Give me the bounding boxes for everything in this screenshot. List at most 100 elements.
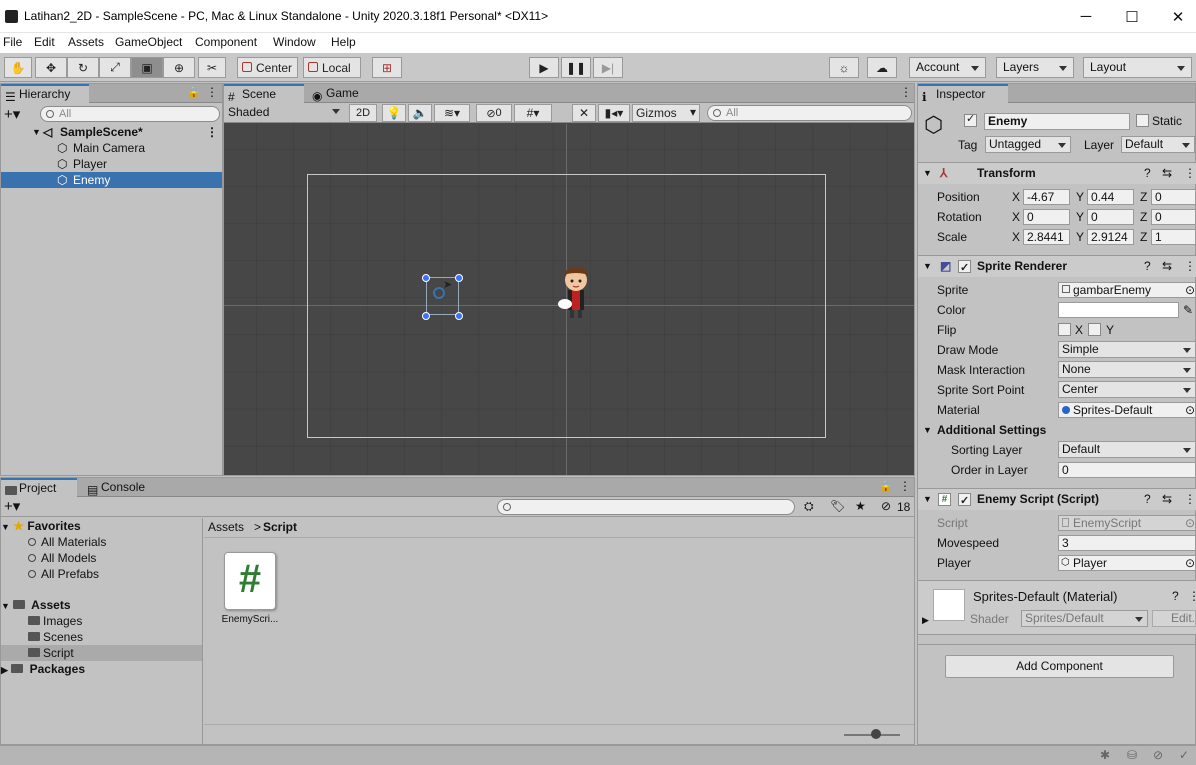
object-picker-icon[interactable]: ⊙ [1185,283,1195,297]
rotation-y-field[interactable]: 0 [1087,209,1134,225]
help-icon[interactable]: ? [1172,589,1179,603]
cache-icon[interactable]: ⛁ [1127,748,1137,762]
rect-handle[interactable] [455,312,463,320]
object-picker-icon[interactable]: ⊙ [1185,556,1195,570]
flip-y-checkbox[interactable] [1088,323,1101,336]
scale-z-field[interactable]: 1 [1151,229,1196,245]
project-search-input[interactable] [497,499,795,515]
panel-menu-icon[interactable]: ⋮ [206,85,218,99]
scale-y-field[interactable]: 2.9124 [1087,229,1134,245]
position-y-field[interactable]: 0.44 [1087,189,1134,205]
favorite-all-materials[interactable]: All Materials [28,534,106,550]
rect-handle[interactable] [455,274,463,282]
draw-mode-dropdown[interactable]: Simple [1058,341,1196,358]
active-checkbox[interactable] [964,112,977,127]
sprite-renderer-enabled-checkbox[interactable] [958,258,971,279]
preset-icon[interactable]: ⇆ [1162,256,1172,277]
assets-root[interactable]: ▼ Assets [1,597,71,613]
menu-help[interactable]: Help [331,35,356,49]
favorite-all-models[interactable]: All Models [28,550,96,566]
player-object-field[interactable]: ⬡ Player ⊙ [1058,555,1196,571]
help-icon[interactable]: ? [1144,489,1151,510]
gizmos-dropdown[interactable]: Gizmos ▾ [632,104,700,122]
tab-game[interactable]: ◉ Game [308,84,374,103]
effects-dropdown[interactable]: ≋▾ [434,104,470,122]
hidden-packages-icon[interactable]: ⊘ [881,499,891,513]
collab-button[interactable]: ☼ [829,57,859,78]
menu-window[interactable]: Window [273,35,316,49]
hierarchy-item-enemy[interactable]: ⬡ Enemy [1,172,222,188]
additional-settings-foldout[interactable]: ▼ Additional Settings [918,420,1196,440]
rect-tool-button[interactable]: ▣ [131,57,163,78]
sprite-object-field[interactable]: gambarEnemy ⊙ [1058,282,1196,298]
progress-icon[interactable]: ✓ [1179,748,1189,762]
scene-search-input[interactable]: All [707,105,912,121]
rotation-x-field[interactable]: 0 [1023,209,1070,225]
transform-tool-button[interactable]: ⊕ [163,57,195,78]
position-z-field[interactable]: 0 [1151,189,1196,205]
folder-images[interactable]: Images [28,613,82,629]
menu-edit[interactable]: Edit [34,35,55,49]
hierarchy-search-input[interactable]: All [40,106,220,122]
movespeed-field[interactable]: 3 [1058,535,1196,551]
pause-button[interactable]: ❚❚ [561,57,591,78]
sort-point-dropdown[interactable]: Center [1058,381,1196,398]
color-swatch[interactable] [1058,302,1179,318]
pivot-center-toggle[interactable]: Center [237,57,298,78]
layers-dropdown[interactable]: Layers [996,57,1074,78]
close-button[interactable]: ✕ [1155,0,1196,33]
play-button[interactable]: ▶ [529,57,559,78]
maximize-button[interactable]: ☐ [1109,0,1155,33]
search-by-type-icon[interactable]: ⛭ [804,499,814,514]
lock-icon[interactable]: 🔒 [879,480,893,493]
hierarchy-item-player[interactable]: ⬡ Player [1,156,222,172]
sprite-renderer-header[interactable]: ▼ ◩ Sprite Renderer ? ⇆ ⋮ [918,255,1196,279]
custom-tool-button[interactable]: ✂ [198,57,226,78]
tools-toggle[interactable]: ✕ [572,104,596,122]
position-x-field[interactable]: -4.67 [1023,189,1070,205]
pivot-local-toggle[interactable]: Local [303,57,361,78]
packages-root[interactable]: ▶ Packages [1,661,85,677]
scale-tool-button[interactable]: ⤢ [99,57,131,78]
panel-menu-icon[interactable]: ⋮ [900,85,912,99]
object-picker-icon[interactable]: ⊙ [1185,403,1195,417]
folder-script[interactable]: Script [1,645,202,661]
preset-icon[interactable]: ⇆ [1162,489,1172,510]
enemy-sprite[interactable]: ➤ [426,277,459,315]
scene-viewport[interactable]: ➤ [224,124,914,475]
breadcrumb-assets[interactable]: Assets [208,518,244,537]
expand-arrow-icon[interactable]: ▶ [922,615,929,626]
layer-dropdown[interactable]: Default [1121,136,1195,153]
favorite-all-prefabs[interactable]: All Prefabs [28,566,99,582]
scene-root[interactable]: ▼ ◁ SampleScene* ⋮ [1,124,222,140]
enemy-script-header[interactable]: ▼ # Enemy Script (Script) ? ⇆ ⋮ [918,488,1196,512]
material-object-field[interactable]: Sprites-Default ⊙ [1058,402,1196,418]
scene-menu-icon[interactable]: ⋮ [206,124,218,140]
zoom-slider-thumb[interactable] [871,729,881,739]
eyedropper-icon[interactable]: ✎ [1183,300,1193,320]
rect-handle[interactable] [422,274,430,282]
network-icon[interactable]: ⊘ [1153,748,1163,762]
breadcrumb-script[interactable]: Script [263,518,297,537]
layout-dropdown[interactable]: Layout [1083,57,1192,78]
preset-icon[interactable]: ⇆ [1162,163,1172,184]
rotation-z-field[interactable]: 0 [1151,209,1196,225]
camera-dropdown[interactable]: ▮◂▾ [598,104,630,122]
hierarchy-item-main-camera[interactable]: ⬡ Main Camera [1,140,222,156]
collapse-arrow-icon[interactable]: ▼ [32,124,41,140]
account-dropdown[interactable]: Account [909,57,986,78]
panel-menu-icon[interactable]: ⋮ [899,479,911,493]
component-menu-icon[interactable]: ⋮ [1184,163,1196,184]
component-menu-icon[interactable]: ⋮ [1184,489,1196,510]
create-add-button[interactable]: +▾ [4,105,20,123]
transform-header[interactable]: ▼ ⅄ Transform ? ⇆ ⋮ [918,162,1196,184]
minimize-button[interactable]: ─ [1063,0,1109,33]
player-sprite[interactable] [555,264,597,322]
sorting-layer-dropdown[interactable]: Default [1058,441,1196,458]
rect-handle[interactable] [422,312,430,320]
debug-icon[interactable]: ✱ [1100,748,1110,762]
object-name-input[interactable]: Enemy [984,113,1130,130]
tab-inspector[interactable]: ℹ Inspector [918,84,1008,104]
enemy-script-enabled-checkbox[interactable] [958,491,971,512]
shader-dropdown[interactable]: Sprites/Default [1021,610,1148,627]
